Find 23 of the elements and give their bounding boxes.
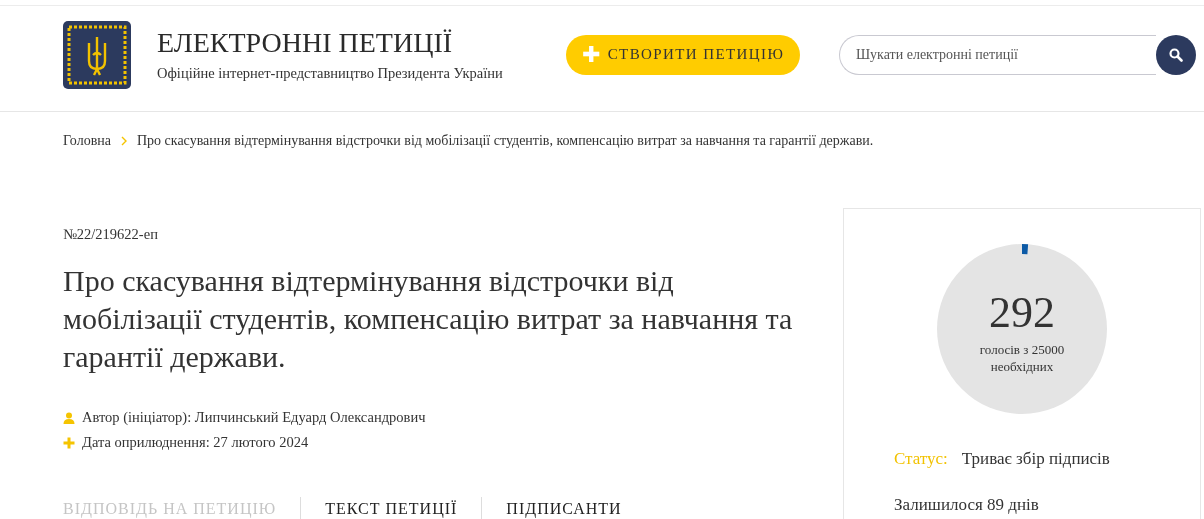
search-icon <box>1169 47 1183 62</box>
vote-caption: голосів з 25000 необхідних <box>978 341 1066 375</box>
status-label: Статус: <box>894 449 948 469</box>
vote-count: 292 <box>988 289 1056 337</box>
emblem-logo[interactable] <box>63 20 131 89</box>
site-title[interactable]: ЕЛЕКТРОННІ ПЕТИЦІЇ <box>157 27 540 59</box>
tab[interactable]: ПІДПИСАНТИ <box>506 500 622 518</box>
site-subtitle: Офіційне інтернет-представництво Президента України <box>157 65 504 82</box>
days-remaining: Залишилося 89 днів <box>893 495 1040 515</box>
create-petition-button[interactable]: ✚ СТВОРИТИ ПЕТИЦІЮ <box>566 34 800 75</box>
chevron-icon <box>121 136 127 146</box>
search-button[interactable] <box>1156 34 1196 75</box>
meta-text: Автор (ініціатор): Липчинський Едуард Олександрович <box>82 409 426 426</box>
tab[interactable]: ТЕКСТ ПЕТИЦІЇ <box>325 500 458 518</box>
petition-number: №22/219622-еп <box>63 226 159 243</box>
person-icon <box>63 411 75 424</box>
breadcrumb-link[interactable]: Головна <box>63 133 111 149</box>
petition-title: Про скасування відтермінування відстрочки від мобілізації студентів, компенсацію витрат за навчання та гарантії держави. <box>63 263 794 375</box>
plus-icon <box>63 436 75 449</box>
breadcrumb-link[interactable]: Про скасування відтермінування відстрочки від мобілізації студентів, компенсацію витрат за навчання та гарантії держави. <box>137 133 874 149</box>
status-value: Триває збір підписів <box>961 449 1110 469</box>
search-field[interactable]: Шукати електронні петиції <box>839 34 1156 75</box>
meta-text: Дата оприлюднення: 27 лютого 2024 <box>82 434 309 451</box>
